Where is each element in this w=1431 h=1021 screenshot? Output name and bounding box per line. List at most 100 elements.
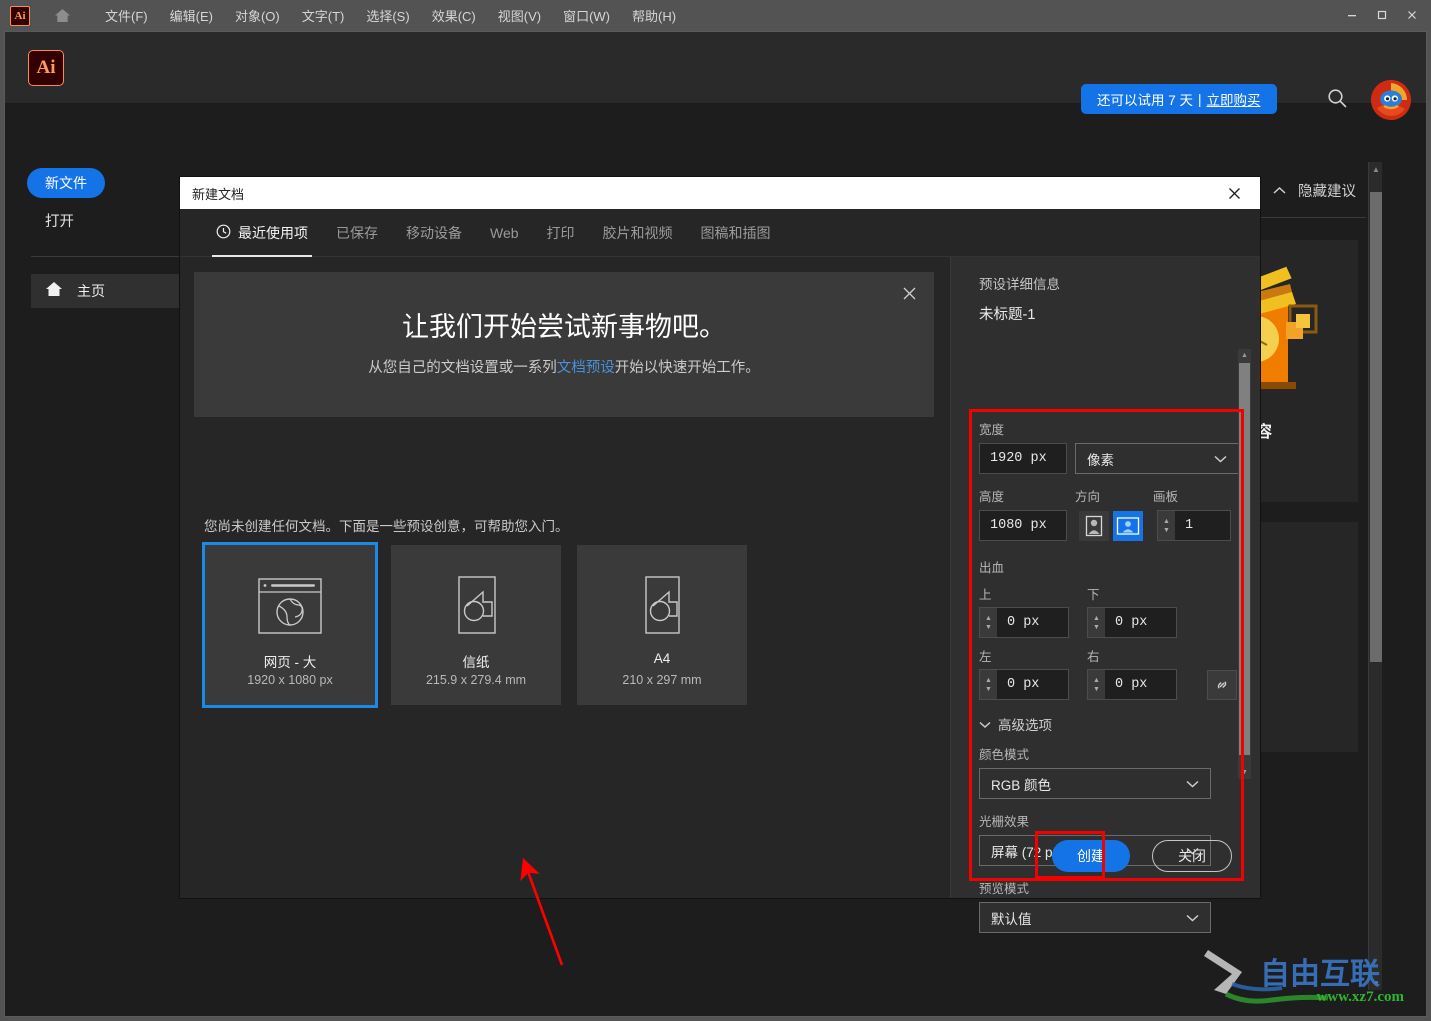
promo-heading: 让我们开始尝试新事物吧。 [402, 312, 726, 342]
bleed-label: 出血 [979, 561, 1005, 575]
bleed-top-input[interactable]: 0 px [997, 607, 1069, 638]
empty-state-hint: 您尚未创建任何文档。下面是一些预设创意，可帮助您入门。 [204, 519, 569, 534]
document-presets-link[interactable]: 文档预设 [557, 360, 615, 376]
bleed-top-stepper[interactable]: ▲ ▼ [979, 607, 997, 638]
tab-film-video[interactable]: 胶片和视频 [589, 209, 687, 257]
preview-mode-select[interactable]: 默认值 [979, 902, 1211, 933]
hide-suggestions-toggle[interactable]: 隐藏建议 [1273, 180, 1356, 201]
title-bar: Ai 文件(F) 编辑(E) 对象(O) 文字(T) 选择(S) 效果(C) 视… [0, 0, 1431, 31]
close-window-button[interactable] [1397, 4, 1427, 26]
height-label: 高度 [979, 490, 1005, 504]
promo-sub-after: 开始以快速开始工作。 [614, 360, 760, 376]
menu-type[interactable]: 文字(T) [291, 3, 356, 28]
preset-card-web-large[interactable]: 网页 - 大 1920 x 1080 px [202, 542, 378, 708]
home-icon [45, 281, 63, 302]
menu-effect[interactable]: 效果(C) [421, 3, 487, 28]
tab-print[interactable]: 打印 [533, 209, 589, 257]
watermark-url: www.xz7.com [1316, 989, 1404, 1005]
bleed-right-stepper[interactable]: ▲ ▼ [1087, 669, 1105, 700]
preview-mode-label: 预览模式 [979, 882, 1030, 896]
tab-recent[interactable]: 最近使用项 [202, 209, 322, 257]
artboards-input[interactable]: 1 [1175, 510, 1231, 541]
application-window: Ai 文件(F) 编辑(E) 对象(O) 文字(T) 选择(S) 效果(C) 视… [0, 0, 1431, 1021]
stepper-down-icon[interactable]: ▼ [985, 624, 992, 631]
suggestions-panel: 隐藏建议 ▲ ▼ [1228, 104, 1412, 1016]
bleed-left-stepper[interactable]: ▲ ▼ [979, 669, 997, 700]
open-button[interactable]: 打开 [45, 210, 74, 231]
width-input[interactable]: 1920 px [979, 443, 1067, 474]
dialog-title-bar: 新建文档 [180, 177, 1260, 209]
preset-card-letter[interactable]: 信纸 215.9 x 279.4 mm [391, 545, 561, 705]
orientation-portrait-button[interactable] [1079, 510, 1109, 541]
tab-saved[interactable]: 已保存 [322, 209, 392, 257]
stepper-down-icon[interactable]: ▼ [1093, 624, 1100, 631]
artboard-icon [391, 571, 561, 641]
tab-web[interactable]: Web [476, 209, 533, 257]
stepper-down-icon[interactable]: ▼ [1093, 686, 1100, 693]
stepper-up-icon[interactable]: ▲ [1093, 615, 1100, 622]
tab-mobile[interactable]: 移动设备 [392, 209, 476, 257]
stepper-up-icon[interactable]: ▲ [985, 615, 992, 622]
scroll-up-arrow-icon[interactable]: ▲ [1369, 162, 1383, 176]
minimize-button[interactable] [1337, 4, 1367, 26]
promo-sub-before: 从您自己的文档设置或一系列 [368, 360, 557, 376]
menu-select[interactable]: 选择(S) [355, 3, 420, 28]
create-button[interactable]: 创建 [1052, 840, 1130, 872]
preset-card-a4-name: A4 [653, 651, 671, 666]
chevron-down-icon [979, 717, 991, 732]
stepper-down-icon[interactable]: ▼ [985, 686, 992, 693]
tab-art-illustration[interactable]: 图稿和插图 [687, 209, 785, 257]
width-label: 宽度 [979, 423, 1005, 437]
details-scrollbar[interactable]: ▲ ▼ [1238, 349, 1251, 779]
raster-effects-label: 光栅效果 [979, 815, 1030, 829]
unit-select[interactable]: 像素 [1075, 443, 1239, 474]
bleed-bottom-input[interactable]: 0 px [1105, 607, 1177, 638]
bleed-bottom-stepper[interactable]: ▲ ▼ [1087, 607, 1105, 638]
bleed-left-label: 左 [979, 650, 992, 664]
chevron-down-icon [1186, 910, 1199, 925]
link-bleed-values-icon[interactable] [1207, 669, 1237, 700]
menu-object[interactable]: 对象(O) [224, 3, 291, 28]
height-input[interactable]: 1080 px [979, 510, 1067, 541]
menu-window[interactable]: 窗口(W) [552, 3, 621, 28]
browser-globe-icon [205, 571, 375, 641]
bleed-top-label: 上 [979, 588, 992, 602]
color-mode-select[interactable]: RGB 颜色 [979, 768, 1211, 799]
document-name-input[interactable]: 未标题-1 [979, 303, 1035, 324]
dialog-close-icon[interactable] [1218, 177, 1250, 209]
artboards-label: 画板 [1153, 490, 1179, 504]
orientation-label: 方向 [1075, 490, 1101, 504]
new-file-button[interactable]: 新文件 [27, 168, 105, 198]
stepper-up-icon[interactable]: ▲ [1093, 677, 1100, 684]
preset-card-web-large-dims: 1920 x 1080 px [247, 673, 333, 687]
orientation-landscape-button[interactable] [1113, 510, 1143, 541]
bleed-right-input[interactable]: 0 px [1105, 669, 1177, 700]
app-body: Ai 还可以试用 7 天 | 立即购买 新文件 打开 主页 隐藏建议 ▲ ▼ 新… [4, 31, 1427, 1017]
preset-card-a4[interactable]: A4 210 x 297 mm [577, 545, 747, 705]
advanced-options-toggle[interactable]: 高级选项 [979, 714, 1239, 734]
promo-close-icon[interactable] [896, 280, 922, 306]
clock-icon [216, 224, 231, 242]
details-scroll-thumb[interactable] [1239, 363, 1250, 755]
scroll-up-arrow-icon[interactable]: ▲ [1238, 349, 1251, 362]
suggestions-scroll-thumb[interactable] [1370, 192, 1382, 662]
menu-edit[interactable]: 编辑(E) [159, 3, 224, 28]
sidebar-item-home-label: 主页 [77, 283, 105, 299]
menu-file[interactable]: 文件(F) [94, 3, 159, 28]
maximize-button[interactable] [1367, 4, 1397, 26]
menu-help[interactable]: 帮助(H) [621, 3, 687, 28]
bleed-left-input[interactable]: 0 px [997, 669, 1069, 700]
scroll-down-arrow-icon[interactable]: ▼ [1369, 976, 1383, 990]
suggestions-scrollbar[interactable]: ▲ ▼ [1368, 162, 1382, 990]
scroll-down-arrow-icon[interactable]: ▼ [1238, 766, 1251, 779]
preset-details-title: 预设详细信息 [979, 277, 1060, 292]
preset-card-letter-name: 信纸 [462, 655, 490, 670]
unit-select-value: 像素 [1087, 452, 1114, 468]
menu-view[interactable]: 视图(V) [487, 3, 552, 28]
stepper-up-icon[interactable]: ▲ [985, 677, 992, 684]
close-dialog-button[interactable]: 关闭 [1152, 840, 1232, 872]
stepper-up-icon[interactable]: ▲ [1163, 518, 1170, 525]
home-icon[interactable] [52, 6, 72, 26]
stepper-down-icon[interactable]: ▼ [1163, 527, 1170, 534]
artboards-stepper[interactable]: ▲ ▼ [1157, 510, 1175, 541]
